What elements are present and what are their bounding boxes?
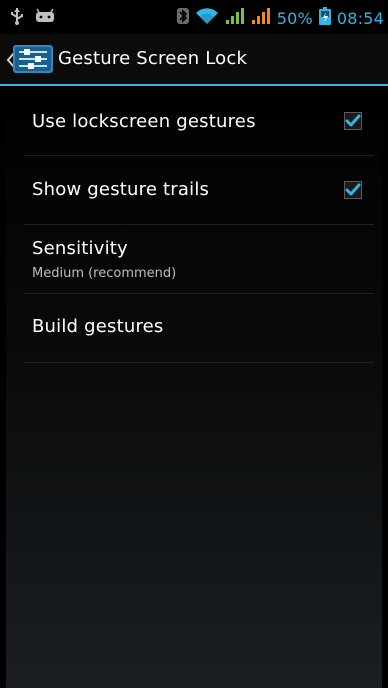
status-bar: 50% 08:54 xyxy=(0,0,388,34)
pref-use-lockscreen-gestures[interactable]: Use lockscreen gestures xyxy=(24,86,374,156)
pref-sensitivity[interactable]: Sensitivity Medium (recommend) xyxy=(24,224,374,294)
usb-icon xyxy=(10,7,24,29)
screen: 50% 08:54 Gesture Screen Lock Use locksc… xyxy=(0,0,388,688)
pref-summary: Medium (recommend) xyxy=(32,266,177,281)
signal-icon-2 xyxy=(251,7,271,29)
pref-title: Sensitivity xyxy=(32,238,128,259)
action-bar: Gesture Screen Lock xyxy=(0,34,388,86)
android-icon xyxy=(34,8,56,28)
battery-percent: 50% xyxy=(276,8,313,28)
pref-title: Build gestures xyxy=(32,316,164,337)
pref-show-gesture-trails[interactable]: Show gesture trails xyxy=(24,155,374,225)
pref-build-gestures[interactable]: Build gestures xyxy=(24,293,374,363)
bluetooth-icon xyxy=(176,7,189,29)
wifi-icon xyxy=(195,7,219,29)
checkbox-use-lockscreen-gestures[interactable] xyxy=(344,112,362,130)
pref-title: Show gesture trails xyxy=(32,179,210,200)
settings-sliders-icon[interactable] xyxy=(13,45,53,73)
checkbox-show-gesture-trails[interactable] xyxy=(344,181,362,199)
page-title: Gesture Screen Lock xyxy=(58,48,248,69)
signal-icon-1 xyxy=(225,7,245,29)
clock: 08:54 xyxy=(336,8,384,28)
preferences-list: Use lockscreen gestures Show gesture tra… xyxy=(6,86,382,688)
status-system: 50% 08:54 xyxy=(176,7,384,29)
battery-icon xyxy=(318,7,331,29)
pref-title: Use lockscreen gestures xyxy=(32,111,256,132)
status-notifications xyxy=(10,7,56,29)
